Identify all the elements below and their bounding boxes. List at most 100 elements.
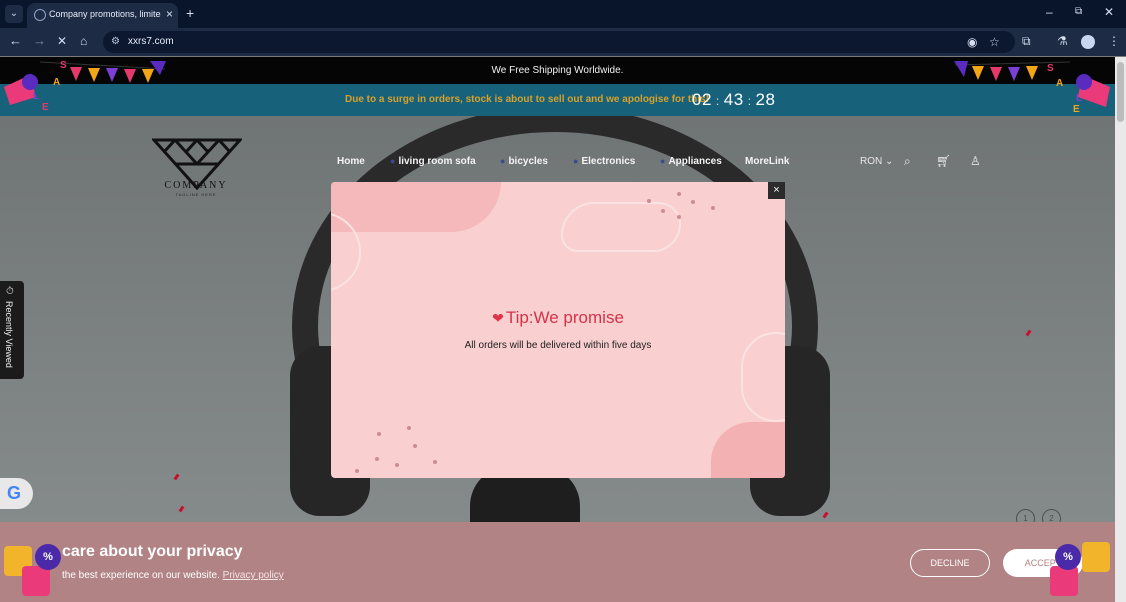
nav-bicycles[interactable]: ● bicycles	[500, 156, 548, 167]
decor-dot	[413, 444, 417, 448]
page-scrollbar[interactable]	[1115, 57, 1126, 602]
decor-dot	[711, 206, 715, 210]
slider-dot-2[interactable]: 2	[1042, 509, 1061, 522]
google-translate-button[interactable]: G	[0, 478, 33, 509]
address-bar[interactable]: ⚙ xxrs7.com ◉ ☆	[103, 31, 1015, 53]
sale-letter: A	[1056, 78, 1064, 89]
modal-title: ❤ Tip:We promise	[331, 308, 785, 328]
nav-living-room-sofa[interactable]: ● living room sofa	[390, 156, 476, 167]
promise-modal: ❤ Tip:We promise All orders will be deliv…	[331, 182, 785, 478]
decor-dot	[407, 426, 411, 430]
decor-dot	[375, 457, 379, 461]
gift-box-icon	[1050, 566, 1078, 596]
modal-message: All orders will be delivered within five…	[464, 340, 652, 351]
close-window-button[interactable]: ✕	[1104, 5, 1114, 19]
modal-close-button[interactable]: ×	[768, 182, 785, 199]
nav-appliances[interactable]: ● Appliances	[660, 156, 722, 167]
confetti-piece	[1025, 329, 1032, 337]
privacy-policy-link[interactable]: Privacy policy	[223, 570, 284, 581]
url-text[interactable]: xxrs7.com	[128, 36, 174, 47]
bookmark-star-icon[interactable]: ☆	[989, 35, 1000, 49]
sale-letter: E	[1073, 104, 1080, 115]
sale-letter: L	[33, 91, 40, 102]
search-icon[interactable]: ⌕	[904, 154, 911, 169]
countdown-hours: 02	[692, 90, 712, 109]
labs-flask-icon[interactable]: ⚗	[1057, 34, 1068, 48]
browser-tab[interactable]: Company promotions, limited t ×	[27, 3, 178, 28]
decor-dot	[691, 200, 695, 204]
decor-dot	[677, 192, 681, 196]
extensions-icon[interactable]: ⧉	[1022, 34, 1031, 48]
stop-loading-icon[interactable]: ✕	[57, 34, 67, 48]
home-icon[interactable]: ⌂	[80, 34, 87, 48]
cookie-text: the best experience on our website. Priv…	[62, 570, 284, 581]
countdown-message: Due to a surge in orders, stock is about…	[345, 94, 709, 105]
countdown-seconds: 28	[755, 90, 776, 109]
tab-close-icon[interactable]: ×	[166, 7, 173, 21]
sale-letter: E	[42, 102, 49, 113]
decor-dot	[647, 199, 651, 203]
nav-bullet-icon: ●	[500, 156, 506, 166]
loading-favicon-icon	[34, 9, 46, 21]
discount-badge-icon: %	[35, 544, 61, 570]
decline-button[interactable]: DECLINE	[910, 549, 990, 577]
slider-dot-1[interactable]: 1	[1016, 509, 1035, 522]
nav-bullet-icon: ●	[573, 156, 579, 166]
profile-avatar-icon[interactable]	[1081, 35, 1095, 49]
recently-viewed-label: Recently Viewed	[4, 301, 14, 368]
gift-box-icon	[22, 566, 50, 596]
minimize-button[interactable]: –	[1046, 5, 1053, 19]
decor-dot	[377, 432, 381, 436]
browser-tab-bar: ⌄ Company promotions, limited t × + – ⧉ …	[0, 0, 1126, 28]
tab-search-button[interactable]: ⌄	[5, 5, 23, 23]
chevron-down-icon: ⌄	[885, 156, 894, 167]
confetti-piece	[173, 473, 180, 481]
cookie-title: care about your privacy	[62, 543, 243, 560]
countdown-minutes: 43	[723, 90, 744, 109]
nav-morelink[interactable]: MoreLink	[745, 156, 789, 167]
decor-blob	[331, 182, 501, 232]
google-icon: G	[7, 483, 22, 503]
cookie-consent-bar: % care about your privacy the best exper…	[0, 522, 1115, 602]
modal-title-text: Tip:We promise	[505, 308, 624, 327]
account-icon[interactable]: ♙	[970, 154, 981, 168]
logo-name: COMPANY	[164, 180, 228, 191]
browser-toolbar: ← → ✕ ⌂ ⚙ xxrs7.com ◉ ☆ ⧉ ⚗ ⋮	[0, 28, 1126, 56]
sale-bunting-right	[954, 61, 1110, 107]
gift-box-icon	[1082, 542, 1110, 572]
nav-electronics[interactable]: ● Electronics	[573, 156, 635, 167]
tab-title: Company promotions, limited t	[49, 9, 161, 19]
countdown-separator: :	[747, 94, 752, 108]
nav-label: bicycles	[508, 156, 548, 167]
sale-letter: L	[1076, 93, 1083, 104]
menu-kebab-icon[interactable]: ⋮	[1108, 34, 1120, 48]
sale-letter: S	[60, 60, 67, 71]
decor-dot	[677, 215, 681, 219]
sale-letter: A	[53, 77, 61, 88]
restore-button[interactable]: ⧉	[1075, 5, 1082, 19]
forward-arrow-icon[interactable]: →	[33, 34, 46, 48]
nav-home[interactable]: Home	[337, 156, 365, 167]
eye-off-icon[interactable]: ◉	[967, 35, 977, 49]
discount-badge-icon: %	[1055, 544, 1081, 570]
back-arrow-icon[interactable]: ←	[9, 34, 22, 48]
site-info-icon[interactable]: ⚙	[111, 36, 120, 47]
currency-label: RON	[860, 156, 883, 167]
nav-label: living room sofa	[398, 156, 476, 167]
countdown-separator: :	[715, 94, 720, 108]
logo-tagline: TAGLINE HERE	[175, 192, 217, 197]
new-tab-button[interactable]: +	[186, 5, 194, 21]
scrollbar-thumb[interactable]	[1117, 62, 1124, 122]
recently-viewed-icon: ⏱	[6, 286, 14, 297]
cart-icon[interactable]: 🛒︎	[936, 154, 951, 168]
decor-dot	[433, 460, 437, 464]
nav-bullet-icon: ●	[660, 156, 666, 166]
confetti-piece	[822, 511, 829, 519]
nav-label: Appliances	[668, 156, 722, 167]
cookie-text-body: the best experience on our website.	[62, 570, 220, 581]
recently-viewed-tab[interactable]: ⏱ Recently Viewed	[0, 281, 24, 379]
currency-selector[interactable]: RON ⌄	[860, 156, 893, 167]
nav-bullet-icon: ●	[390, 156, 396, 166]
sale-letter: S	[1047, 63, 1054, 74]
nav-label: Electronics	[581, 156, 636, 167]
